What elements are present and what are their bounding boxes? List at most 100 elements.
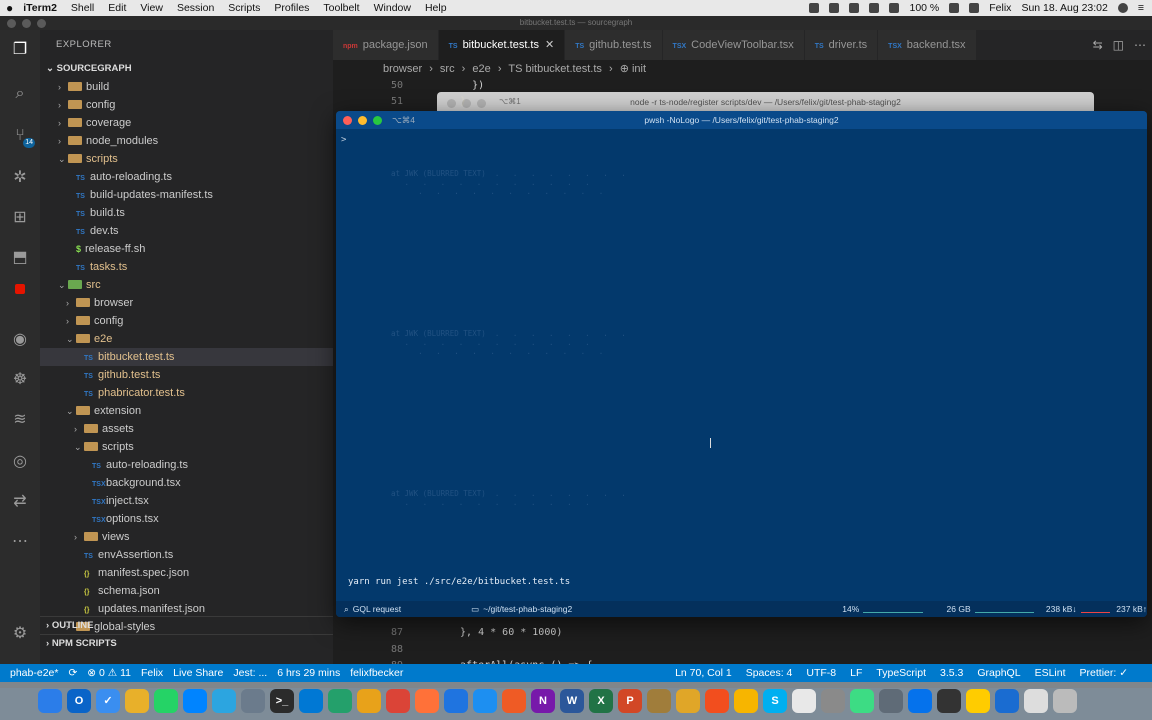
menu-session[interactable]: Session bbox=[177, 2, 214, 14]
file-item[interactable]: TS build-updates-manifest.ts bbox=[40, 186, 333, 204]
hub-icon[interactable] bbox=[966, 689, 990, 713]
folder-item[interactable]: › node_modules bbox=[40, 132, 333, 150]
screenshot-icon[interactable] bbox=[241, 689, 265, 713]
folder-item[interactable]: ⌄ src bbox=[40, 276, 333, 294]
folder-item[interactable]: › config bbox=[40, 312, 333, 330]
menu-scripts[interactable]: Scripts bbox=[228, 2, 260, 14]
source-control-icon[interactable]: ⑂ 14 bbox=[8, 124, 35, 148]
shield-icon[interactable] bbox=[849, 3, 860, 13]
cursor-position[interactable]: Ln 70, Col 1 bbox=[675, 667, 732, 679]
postman-icon[interactable] bbox=[502, 689, 526, 713]
file-item[interactable]: {} manifest.spec.json bbox=[40, 564, 333, 582]
volume-icon[interactable] bbox=[889, 3, 900, 13]
npm-scripts-section-header[interactable]: › NPM SCRIPTS bbox=[40, 634, 333, 652]
root-folder-header[interactable]: ⌄ SOURCEGRAPH bbox=[40, 60, 333, 78]
file-item[interactable]: TS bitbucket.test.ts bbox=[40, 348, 333, 366]
search-icon[interactable]: ⌕ bbox=[8, 82, 32, 106]
folder-item[interactable]: › coverage bbox=[40, 114, 333, 132]
compare-changes-icon[interactable]: ⇆ bbox=[1093, 38, 1103, 52]
sync-icon[interactable]: ⟳ bbox=[68, 667, 77, 679]
settings-gear-icon[interactable]: ⚙ bbox=[8, 622, 32, 646]
graphql-status[interactable]: GraphQL bbox=[977, 667, 1020, 679]
breadcrumb-item[interactable]: src bbox=[440, 63, 455, 75]
extensions-icon[interactable]: ⊞ bbox=[8, 206, 32, 230]
folder-item[interactable]: › config bbox=[40, 96, 333, 114]
file-item[interactable]: TS build.ts bbox=[40, 204, 333, 222]
breadcrumb-item[interactable]: TS bitbucket.test.ts bbox=[508, 63, 602, 75]
liveshare-icon[interactable]: ⇄ bbox=[8, 490, 32, 514]
android-studio-icon[interactable] bbox=[850, 689, 874, 713]
apple-menu-icon[interactable]: ● bbox=[6, 1, 13, 15]
activity-monitor-icon[interactable] bbox=[937, 689, 961, 713]
command-line[interactable]: yarn run jest ./src/e2e/bitbucket.test.t… bbox=[348, 577, 570, 587]
things-icon[interactable]: ✓ bbox=[96, 689, 120, 713]
file-item[interactable]: TS auto-reloading.ts bbox=[40, 168, 333, 186]
close-tab-icon[interactable]: ✕ bbox=[545, 39, 554, 51]
github-icon[interactable]: ◉ bbox=[8, 328, 32, 352]
skype-icon[interactable]: S bbox=[763, 689, 787, 713]
terminal-output[interactable]: > at JWK (BLURRED TEXT) . . . . . . . . … bbox=[336, 129, 1147, 599]
powerpoint-icon[interactable]: P bbox=[618, 689, 642, 713]
archive-icon[interactable] bbox=[647, 689, 671, 713]
system-prefs-icon[interactable] bbox=[821, 689, 845, 713]
finder-icon[interactable] bbox=[38, 689, 62, 713]
liveshare-status[interactable]: Live Share bbox=[173, 667, 223, 679]
file-item[interactable]: TS envAssertion.ts bbox=[40, 546, 333, 564]
menubar-clock[interactable]: Sun 18. Aug 23:02 bbox=[1021, 2, 1107, 14]
telegram-icon[interactable] bbox=[212, 689, 236, 713]
messenger-icon[interactable] bbox=[183, 689, 207, 713]
github-status[interactable]: felixfbecker bbox=[350, 667, 403, 679]
eslint-status[interactable]: ESLint bbox=[1035, 667, 1066, 679]
firefox-icon[interactable] bbox=[415, 689, 439, 713]
kubernetes-icon[interactable]: ☸ bbox=[8, 368, 32, 392]
menu-shell[interactable]: Shell bbox=[71, 2, 94, 14]
tab-codeviewtoolbar-tsx[interactable]: TSX CodeViewToolbar.tsx bbox=[662, 30, 805, 60]
more-actions-icon[interactable]: ⋯ bbox=[1134, 38, 1146, 52]
figma-icon[interactable] bbox=[705, 689, 729, 713]
remote-explorer-icon[interactable]: ⬒ bbox=[8, 246, 32, 270]
debug-icon[interactable]: ✲ bbox=[8, 166, 32, 190]
menu-window[interactable]: Window bbox=[374, 2, 411, 14]
calendar-icon[interactable] bbox=[792, 689, 816, 713]
file-item[interactable]: $ release-ff.sh bbox=[40, 240, 333, 258]
explorer-icon[interactable]: ❐ bbox=[8, 38, 32, 62]
menu-view[interactable]: View bbox=[140, 2, 163, 14]
outline-section-header[interactable]: › OUTLINE bbox=[40, 616, 333, 634]
1password-icon[interactable] bbox=[908, 689, 932, 713]
folder-item[interactable]: ⌄ e2e bbox=[40, 330, 333, 348]
file-item[interactable]: {} schema.json bbox=[40, 582, 333, 600]
branch-status[interactable]: phab-e2e* bbox=[10, 667, 58, 679]
iterm-window[interactable]: ⌥⌘4 pwsh -NoLogo — /Users/felix/git/test… bbox=[336, 111, 1147, 617]
docker-whale-icon[interactable]: ≋ bbox=[8, 408, 32, 432]
trash-icon[interactable] bbox=[1053, 689, 1077, 713]
folder-item[interactable]: › assets bbox=[40, 420, 333, 438]
line-ending[interactable]: LF bbox=[850, 667, 862, 679]
typescript-version[interactable]: 3.5.3 bbox=[940, 667, 963, 679]
tab-github-test-ts[interactable]: TS github.test.ts bbox=[565, 30, 663, 60]
terminal-icon[interactable]: >_ bbox=[270, 689, 294, 713]
firefox-dev-icon[interactable] bbox=[444, 689, 468, 713]
prettier-status[interactable]: Prettier: ✓ bbox=[1080, 667, 1128, 679]
file-item[interactable]: TSXinject.tsx bbox=[40, 492, 333, 510]
onenote-icon[interactable]: N bbox=[531, 689, 555, 713]
folder-item[interactable]: › build bbox=[40, 78, 333, 96]
battery-icon[interactable] bbox=[949, 3, 960, 13]
keyboard-icon[interactable] bbox=[969, 3, 980, 13]
menubar-user[interactable]: Felix bbox=[989, 2, 1011, 14]
menu-app-iterm2[interactable]: iTerm2 bbox=[23, 2, 57, 14]
current-directory[interactable]: ~/git/test-phab-staging2 bbox=[483, 604, 572, 614]
siri-icon[interactable] bbox=[1117, 3, 1128, 13]
wifi-icon[interactable] bbox=[869, 3, 880, 13]
menu-edit[interactable]: Edit bbox=[108, 2, 126, 14]
tab-driver-ts[interactable]: TS driver.ts bbox=[804, 30, 879, 60]
excel-icon[interactable]: X bbox=[589, 689, 613, 713]
user-status[interactable]: Felix bbox=[141, 667, 163, 679]
tab-bitbucket-test-ts[interactable]: TS bitbucket.test.ts ✕ bbox=[438, 30, 566, 60]
tableplus-icon[interactable] bbox=[357, 689, 381, 713]
folder-item[interactable]: ⌄ extension bbox=[40, 402, 333, 420]
tab-backend-tsx[interactable]: TSX backend.tsx bbox=[878, 30, 977, 60]
network-icon[interactable] bbox=[995, 689, 1019, 713]
gitlens-icon[interactable]: ◎ bbox=[8, 450, 32, 474]
folder-item[interactable]: ⌄ scripts bbox=[40, 150, 333, 168]
file-item[interactable]: TSXbackground.tsx bbox=[40, 474, 333, 492]
